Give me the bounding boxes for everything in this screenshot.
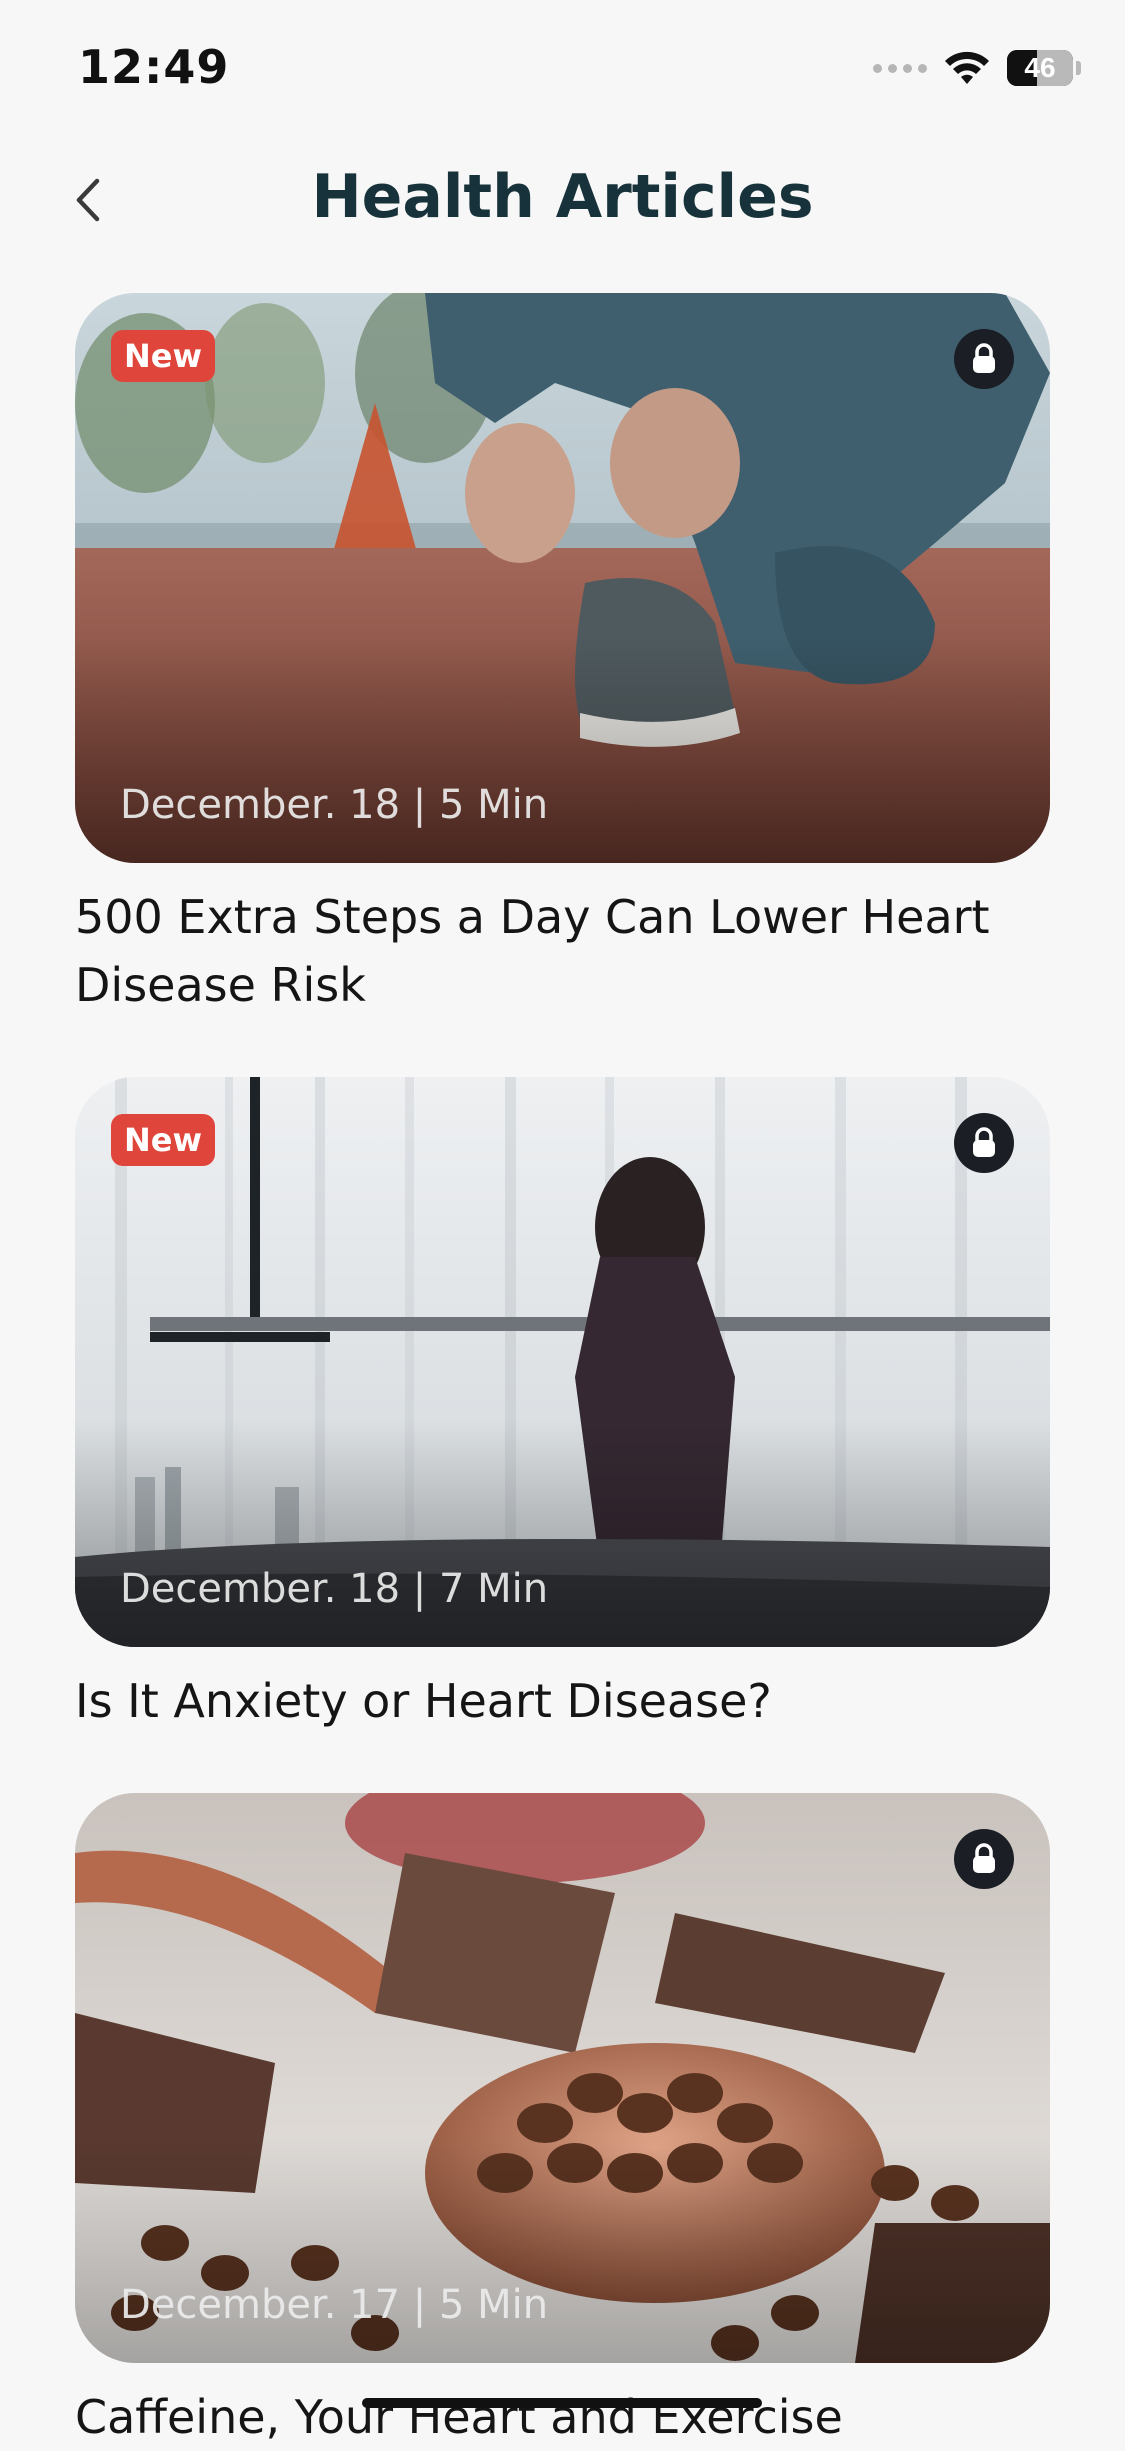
article-card[interactable]: December. 17 | 5 Min Caffeine, Your Hear… (75, 1793, 1050, 2451)
article-meta: December. 17 | 5 Min (120, 2282, 549, 2328)
lock-icon (954, 1829, 1014, 1889)
wifi-icon (945, 51, 989, 84)
lock-icon (954, 329, 1014, 389)
header: Health Articles (0, 150, 1125, 250)
battery-icon: 46 (1007, 50, 1073, 86)
article-image[interactable]: December. 17 | 5 Min (75, 1793, 1050, 2363)
new-badge: New (111, 330, 216, 382)
article-image[interactable]: New December. 18 | 7 Min (75, 1077, 1050, 1647)
status-bar: 12:49 46 (0, 0, 1125, 132)
battery-level: 46 (1024, 52, 1056, 83)
article-image-woman-at-window (75, 1077, 1050, 1647)
article-title[interactable]: Is It Anxiety or Heart Disease? (75, 1667, 1050, 1735)
article-meta: December. 18 | 7 Min (120, 1566, 549, 1612)
article-title[interactable]: Caffeine, Your Heart and Exercise (75, 2383, 1050, 2451)
article-image[interactable]: New December. 18 | 5 Min (75, 293, 1050, 863)
article-list: New December. 18 | 5 Min 500 Extra Steps… (75, 293, 1050, 2451)
article-image-coffee-chocolate (75, 1793, 1050, 2363)
status-icons: 46 (873, 46, 1081, 90)
article-title[interactable]: 500 Extra Steps a Day Can Lower Heart Di… (75, 883, 1050, 1019)
article-card[interactable]: New December. 18 | 5 Min 500 Extra Steps… (75, 293, 1050, 1019)
status-time: 12:49 (78, 40, 230, 94)
new-badge: New (111, 1114, 216, 1166)
page-title: Health Articles (311, 162, 814, 232)
article-meta: December. 18 | 5 Min (120, 782, 549, 828)
home-indicator[interactable] (362, 2398, 762, 2408)
article-card[interactable]: New December. 18 | 7 Min Is It Anxiety o… (75, 1077, 1050, 1735)
article-image-running-shoe (75, 293, 1050, 863)
signal-dots-icon (873, 63, 927, 73)
lock-icon (954, 1113, 1014, 1173)
